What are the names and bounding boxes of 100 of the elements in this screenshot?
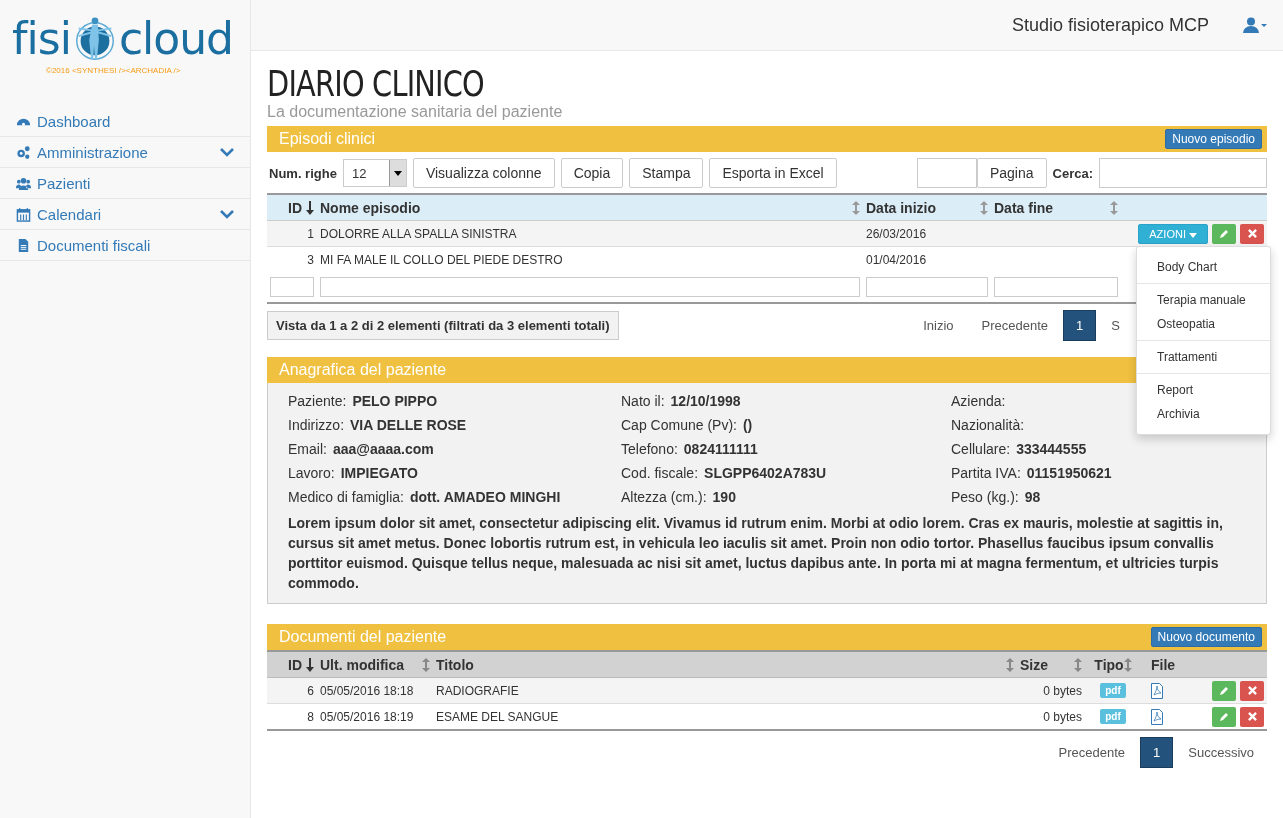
menu-item[interactable]: Trattamenti	[1137, 345, 1270, 369]
field-label: Nato il:	[621, 393, 665, 409]
page-input[interactable]	[916, 158, 977, 188]
filter-field[interactable]	[270, 277, 314, 297]
pagination-link[interactable]: Precedente	[1045, 737, 1138, 768]
table-cell-text: 8	[306, 709, 315, 724]
file-type-badge: pdf	[1100, 709, 1126, 724]
sort-icon	[1110, 200, 1118, 215]
delete-button[interactable]	[1240, 223, 1264, 244]
filter-field[interactable]	[866, 277, 988, 297]
table-cell-text: RADIOGRAFIE	[435, 683, 520, 698]
delete-button[interactable]	[1240, 706, 1264, 727]
menu-item[interactable]: Osteopatia	[1137, 312, 1270, 336]
column-header[interactable]: ID	[267, 656, 317, 673]
menu-item[interactable]: Terapia manuale	[1137, 288, 1270, 312]
section-title: Anagrafica del paziente	[279, 361, 447, 379]
logo-text: cloud	[118, 14, 234, 64]
field-value: IMPIEGATO	[340, 465, 418, 481]
pagination-link[interactable]: Inizio	[910, 310, 967, 341]
table-cell-text: DOLORRE ALLA SPALLA SINISTRA	[319, 226, 518, 241]
document-icon	[16, 237, 31, 253]
sidebar-item[interactable]: Amministrazione	[0, 137, 250, 168]
user-menu-button[interactable]	[1243, 17, 1267, 33]
pagination-link[interactable]: 1	[1140, 737, 1174, 768]
copyright-text: ©2016 <SYNTHESI /><ARCHADIA />	[46, 66, 182, 75]
field-label: Peso (kg.):	[951, 489, 1019, 505]
sidebar-item[interactable]: Documenti fiscali	[0, 230, 250, 261]
filter-field[interactable]	[994, 277, 1118, 297]
pagination-link[interactable]: S	[1098, 310, 1133, 341]
column-header[interactable]: Titolo	[433, 656, 1017, 673]
field-label: Lavoro:	[288, 465, 335, 481]
field-label: Paziente:	[288, 393, 347, 409]
field-value: 98	[1024, 489, 1041, 505]
edit-button[interactable]	[1212, 706, 1236, 727]
menu-item[interactable]: Body Chart	[1137, 255, 1270, 279]
field-value: SLGPP6402A783U	[704, 465, 827, 481]
filter-field[interactable]	[320, 277, 860, 297]
column-header[interactable]: Tipo	[1085, 656, 1141, 673]
sort-icon	[422, 657, 430, 672]
new-episode-button[interactable]: Nuovo episodio	[1165, 129, 1262, 149]
column-header[interactable]: File	[1141, 656, 1201, 673]
page-button[interactable]: Pagina	[976, 158, 1047, 188]
column-header[interactable]: Data inizio	[863, 199, 991, 216]
table-cell-text: 6	[306, 683, 315, 698]
field-label: Cod. fiscale:	[621, 465, 699, 481]
page-subtitle: La documentazione sanitaria del paziente	[267, 103, 564, 121]
field-label: Telefono:	[621, 441, 678, 457]
field-label: Partita IVA:	[951, 465, 1021, 481]
menu-item[interactable]: Archivia	[1137, 402, 1270, 426]
search-label: Cerca:	[1052, 165, 1093, 181]
field-value: VIA DELLE ROSE	[350, 417, 467, 433]
menu-item[interactable]: Report	[1137, 378, 1270, 402]
sidebar-item[interactable]: Pazienti	[0, 168, 250, 199]
file-type-badge: pdf	[1100, 683, 1126, 698]
table-cell-text: MI FA MALE IL COLLO DEL PIEDE DESTRO	[319, 252, 564, 267]
close-icon	[1247, 229, 1257, 238]
field-label: Altezza (cm.):	[621, 489, 707, 505]
column-header[interactable]: Nome episodio	[317, 199, 863, 216]
toolbar-button[interactable]: Esporta in Excel	[709, 158, 837, 188]
field-value: 01151950621	[1026, 465, 1112, 481]
sort-icon	[1123, 657, 1132, 672]
rows-label: Num. righe	[269, 165, 337, 181]
field-value: dott. AMADEO MINGHI	[409, 489, 561, 505]
page-title: DIARIO CLINICO	[267, 65, 485, 103]
pagination-link[interactable]: Precedente	[968, 310, 1062, 341]
sidebar-item[interactable]: Calendari	[0, 199, 250, 230]
column-header[interactable]: ID	[267, 199, 317, 216]
table-cell-text: 05/05/2016 18:19	[319, 709, 415, 724]
sort-icon	[980, 200, 988, 215]
search-field[interactable]	[1099, 158, 1267, 188]
table-cell-text: 05/05/2016 18:18	[319, 683, 415, 698]
new-document-button[interactable]: Nuovo documento	[1150, 627, 1262, 647]
column-header[interactable]: Ult. modifica	[317, 656, 433, 673]
sort-icon	[1074, 657, 1082, 672]
column-header[interactable]: Data fine	[991, 199, 1121, 216]
close-icon	[1247, 686, 1257, 695]
field-value: PELO PIPPO	[352, 393, 438, 409]
toolbar-button[interactable]: Copia	[560, 158, 624, 188]
edit-button[interactable]	[1212, 680, 1236, 701]
pdf-file-icon[interactable]	[1151, 708, 1163, 725]
field-label: Indirizzo:	[288, 417, 345, 433]
pagination-link[interactable]: 1	[1063, 310, 1097, 341]
pencil-icon	[1219, 711, 1229, 722]
chevron-down-icon	[220, 209, 234, 219]
section-title: Episodi clinici	[279, 130, 376, 148]
toolbar-button[interactable]: Stampa	[629, 158, 704, 188]
delete-button[interactable]	[1240, 680, 1264, 701]
sidebar-item[interactable]: Dashboard	[0, 106, 250, 137]
table-info: Vista da 1 a 2 di 2 elementi (filtrati da 3 elementi totali)	[267, 311, 619, 340]
pdf-file-icon[interactable]	[1151, 682, 1163, 699]
edit-button[interactable]	[1212, 223, 1236, 244]
field-value: aaa@aaaa.com	[332, 441, 434, 457]
pencil-icon	[1219, 228, 1229, 239]
rows-select[interactable]: 12	[342, 159, 407, 187]
column-header[interactable]: Size	[1017, 656, 1085, 673]
toolbar-button[interactable]: Visualizza colonne	[412, 158, 555, 188]
field-label: Cap Comune (Pv):	[621, 417, 737, 433]
pagination-link[interactable]: Successivo	[1175, 737, 1267, 768]
field-value: ()	[742, 417, 753, 433]
logo-text: fisi	[12, 14, 71, 64]
